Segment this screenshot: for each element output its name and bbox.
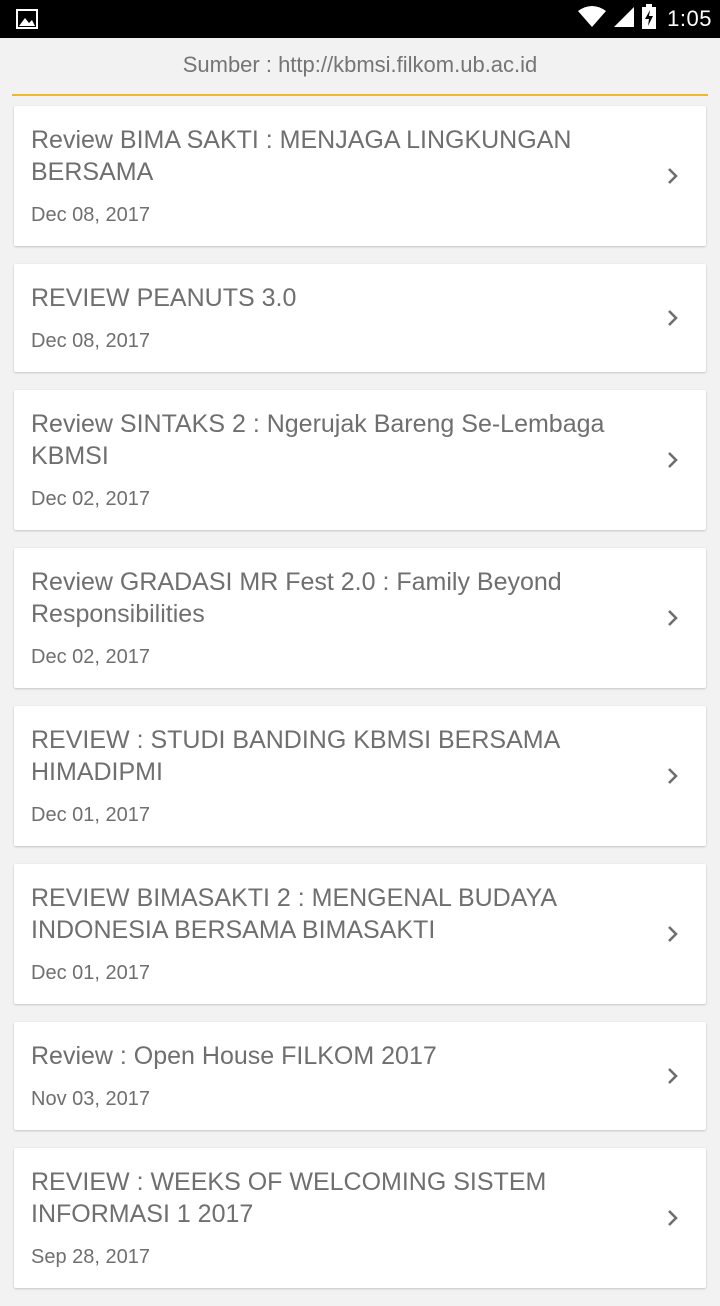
- article-date: Sep 28, 2017: [31, 1246, 150, 1268]
- article-title: REVIEW PEANUTS 3.0: [31, 284, 297, 312]
- article-date: Dec 02, 2017: [31, 646, 150, 668]
- article-title: Review GRADASI MR Fest 2.0 : Family Beyo…: [31, 568, 562, 628]
- article-date: Dec 02, 2017: [31, 488, 150, 510]
- list-item[interactable]: Review SINTAKS 2 : Ngerujak Bareng Se-Le…: [14, 390, 706, 530]
- article-title: Review SINTAKS 2 : Ngerujak Bareng Se-Le…: [31, 410, 605, 470]
- source-underline: [12, 94, 708, 96]
- article-date: Dec 01, 2017: [31, 962, 150, 984]
- list-item[interactable]: Review GRADASI MR Fest 2.0 : Family Beyo…: [14, 548, 706, 688]
- chevron-right-icon: [660, 922, 684, 946]
- battery-charging-icon: [641, 4, 657, 34]
- chevron-right-icon: [660, 164, 684, 188]
- article-title: Review : Open House FILKOM 2017: [31, 1042, 437, 1070]
- list-item[interactable]: Review : Open House FILKOM 2017 Nov 03, …: [14, 1022, 706, 1130]
- chevron-right-icon: [660, 448, 684, 472]
- status-bar: 1:05: [0, 0, 720, 38]
- source-link-text[interactable]: Sumber : http://kbmsi.filkom.ub.ac.id: [12, 52, 708, 78]
- chevron-right-icon: [660, 764, 684, 788]
- article-title: REVIEW BIMASAKTI 2 : MENGENAL BUDAYA IND…: [31, 884, 556, 944]
- source-header: Sumber : http://kbmsi.filkom.ub.ac.id: [12, 38, 708, 96]
- article-title: Review BIMA SAKTI : MENJAGA LINGKUNGAN B…: [31, 126, 572, 186]
- chevron-right-icon: [660, 306, 684, 330]
- chevron-right-icon: [660, 1064, 684, 1088]
- article-date: Dec 08, 2017: [31, 330, 150, 352]
- list-item[interactable]: REVIEW PEANUTS 3.0 Dec 08, 2017: [14, 264, 706, 372]
- list-item[interactable]: REVIEW : WEEKS OF WELCOMING SISTEM INFOR…: [14, 1148, 706, 1288]
- list-item[interactable]: Review BIMA SAKTI : MENJAGA LINGKUNGAN B…: [14, 106, 706, 246]
- wifi-icon: [577, 5, 607, 33]
- article-title: REVIEW : WEEKS OF WELCOMING SISTEM INFOR…: [31, 1168, 547, 1228]
- article-date: Dec 08, 2017: [31, 204, 150, 226]
- chevron-right-icon: [660, 606, 684, 630]
- article-list: Review BIMA SAKTI : MENJAGA LINGKUNGAN B…: [14, 106, 706, 1306]
- list-item[interactable]: REVIEW BIMASAKTI 2 : MENGENAL BUDAYA IND…: [14, 864, 706, 1004]
- chevron-right-icon: [660, 1206, 684, 1230]
- signal-icon: [613, 5, 635, 33]
- list-item[interactable]: REVIEW : STUDI BANDING KBMSI BERSAMA HIM…: [14, 706, 706, 846]
- article-title: REVIEW : STUDI BANDING KBMSI BERSAMA HIM…: [31, 726, 559, 786]
- article-date: Nov 03, 2017: [31, 1088, 150, 1110]
- image-icon: [16, 9, 38, 29]
- status-time: 1:05: [667, 6, 712, 31]
- article-date: Dec 01, 2017: [31, 804, 150, 826]
